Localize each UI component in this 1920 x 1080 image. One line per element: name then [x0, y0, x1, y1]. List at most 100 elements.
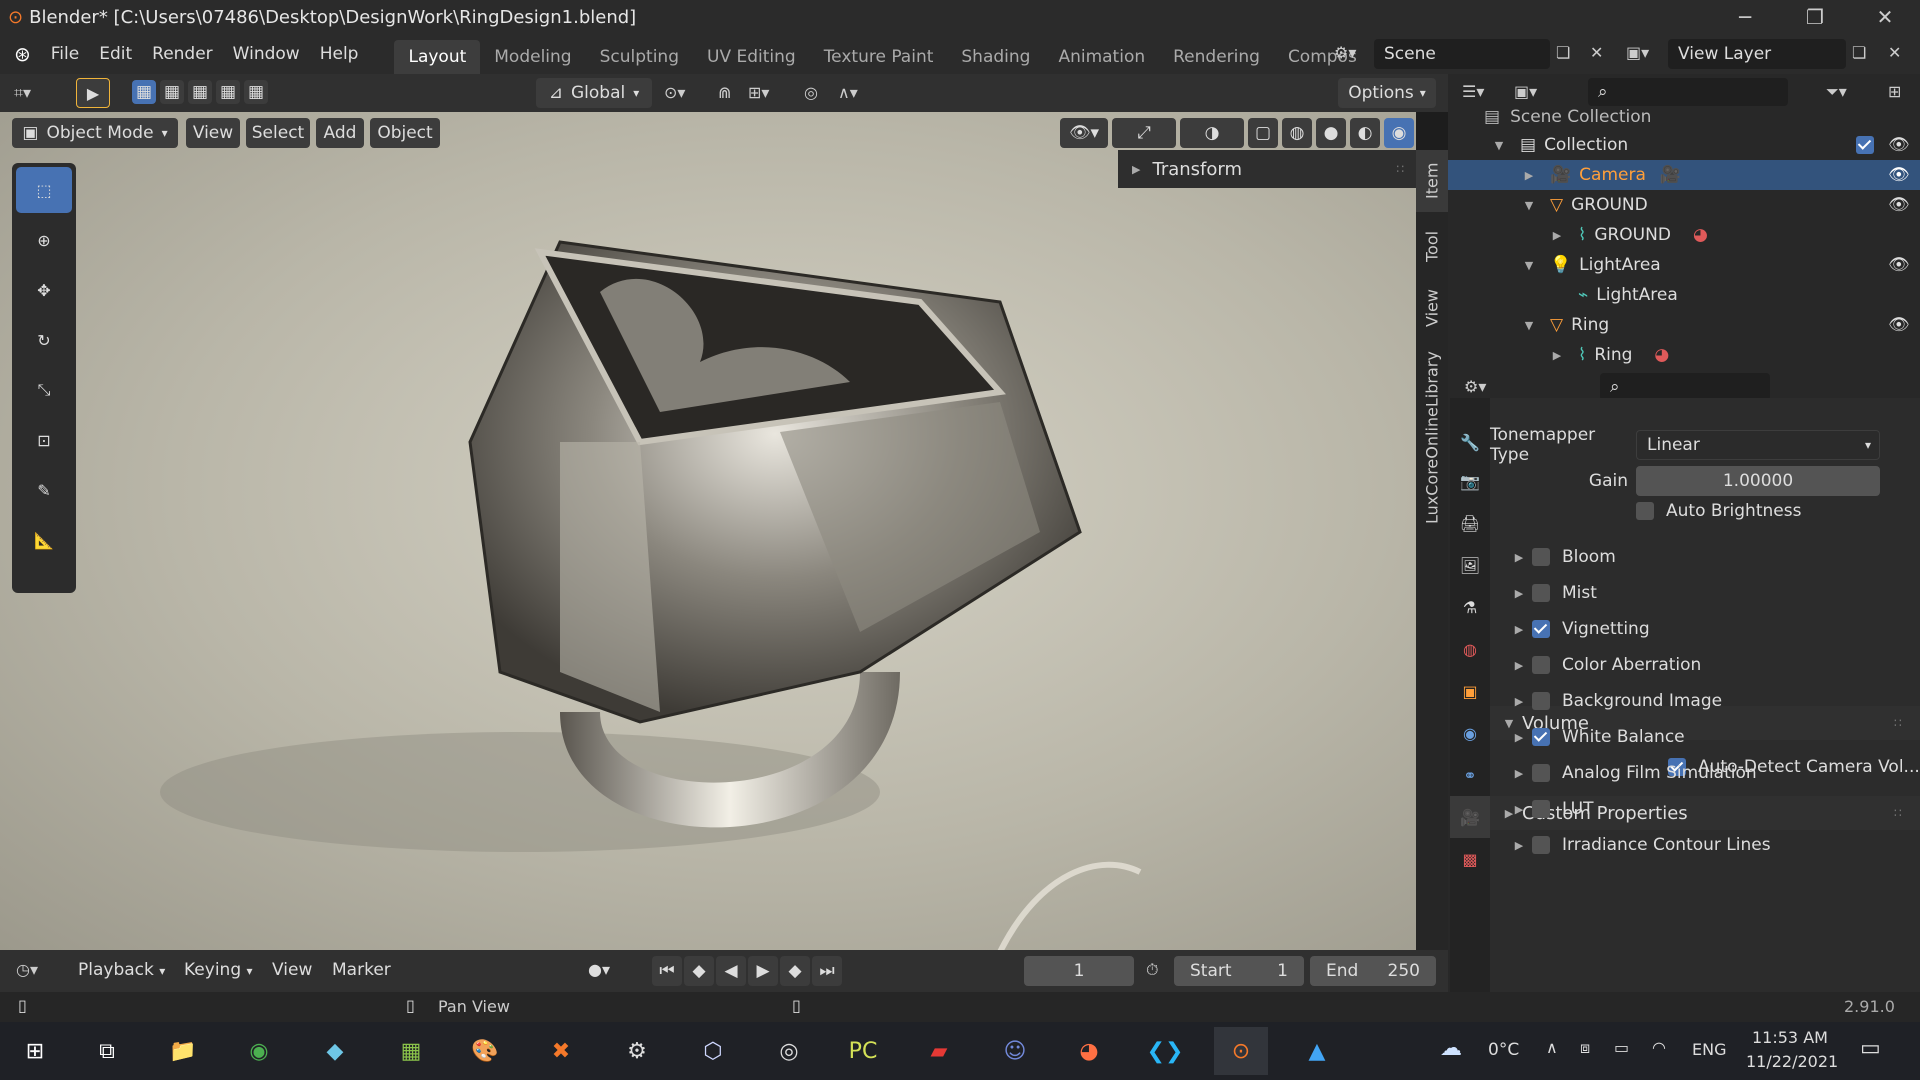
outliner-row-lightarea[interactable]: ▼ 💡 LightArea 👁: [1448, 250, 1920, 280]
file-explorer-icon[interactable]: 📁: [156, 1027, 210, 1075]
clock-date[interactable]: 11/22/2021: [1746, 1052, 1838, 1071]
effect-checkbox[interactable]: [1532, 620, 1550, 638]
menu-window[interactable]: Window: [223, 34, 310, 74]
chevron-down-icon[interactable]: ▼: [1486, 139, 1512, 152]
close-button[interactable]: ✕: [1850, 0, 1920, 34]
eye-icon[interactable]: 👁: [1888, 135, 1910, 155]
effect-row[interactable]: ▶ Irradiance Contour Lines: [1490, 828, 1920, 862]
select-tool-icon[interactable]: ▶: [76, 78, 110, 108]
physics-tab-icon[interactable]: ◉: [1450, 712, 1490, 754]
app-icon-4[interactable]: ▰: [912, 1027, 966, 1075]
properties-search-input[interactable]: ⌕: [1600, 373, 1770, 401]
outliner-row-lightarea-data[interactable]: ⌁ LightArea: [1448, 280, 1920, 310]
chevron-right-icon[interactable]: ▶: [1506, 587, 1532, 600]
tab-layout[interactable]: Layout: [394, 40, 481, 74]
maximize-button[interactable]: ❐: [1780, 0, 1850, 34]
effect-row[interactable]: ▶ LUT: [1490, 792, 1920, 826]
add-menu[interactable]: Add: [316, 118, 364, 148]
constraints-tab-icon[interactable]: ⚭: [1450, 754, 1490, 796]
chevron-right-icon[interactable]: ▶: [1506, 731, 1532, 744]
effect-row[interactable]: ▶ Analog Film Simulation: [1490, 756, 1920, 790]
outliner-row-ground[interactable]: ▼ ▽ GROUND 👁: [1448, 190, 1920, 220]
tab-rendering[interactable]: Rendering: [1159, 40, 1274, 74]
play-reverse-icon[interactable]: ◀: [716, 956, 746, 986]
outliner-row-collection[interactable]: ▼ ▤ Collection 👁: [1448, 130, 1920, 160]
camera-data-tab-icon[interactable]: 🎥: [1450, 796, 1490, 838]
photos-icon[interactable]: ▲: [1290, 1027, 1344, 1075]
firefox-icon[interactable]: ◕: [1062, 1027, 1116, 1075]
effect-row[interactable]: ▶ Vignetting: [1490, 612, 1920, 646]
select-subtract-icon[interactable]: ▦: [188, 80, 212, 104]
tab-shading[interactable]: Shading: [947, 40, 1044, 74]
battery-icon[interactable]: ▭: [1614, 1038, 1629, 1057]
render-tab-icon[interactable]: 📷: [1450, 460, 1490, 502]
virtualbox-icon[interactable]: ⬡: [686, 1027, 740, 1075]
auto-brightness-checkbox[interactable]: [1636, 502, 1654, 520]
eye-icon[interactable]: 👁: [1888, 315, 1910, 335]
tab-modeling[interactable]: Modeling: [480, 40, 585, 74]
scene-selector-icon[interactable]: ⚙▾: [1334, 43, 1356, 62]
view-layer-tab-icon[interactable]: 🖼: [1450, 544, 1490, 586]
visibility-icon[interactable]: 👁▾: [1060, 118, 1108, 148]
eye-icon[interactable]: 👁: [1888, 255, 1910, 275]
auto-keying-icon[interactable]: ●▾: [588, 960, 610, 979]
auto-brightness-row[interactable]: Auto Brightness: [1490, 494, 1920, 528]
filter-icon[interactable]: ⏷▾: [1826, 82, 1847, 102]
windows-start-icon[interactable]: ⊞: [8, 1027, 62, 1075]
new-scene-icon[interactable]: ❏: [1556, 43, 1570, 62]
chevron-right-icon[interactable]: ▶: [1506, 623, 1532, 636]
output-tab-icon[interactable]: 🖨: [1450, 502, 1490, 544]
chevron-right-icon[interactable]: ▶: [1506, 839, 1532, 852]
eye-icon[interactable]: 👁: [1888, 165, 1910, 185]
texture-tab-icon[interactable]: ▩: [1450, 838, 1490, 880]
view-menu[interactable]: View: [186, 118, 240, 148]
menu-edit[interactable]: Edit: [89, 34, 142, 74]
scene-tab-icon[interactable]: ⚗: [1450, 586, 1490, 628]
playback-menu[interactable]: Playback ▾: [78, 960, 165, 980]
tab-texture-paint[interactable]: Texture Paint: [810, 40, 948, 74]
tab-tool[interactable]: Tool: [1416, 218, 1448, 274]
tab-item[interactable]: Item: [1416, 150, 1448, 212]
solid-shading-icon[interactable]: ●: [1316, 118, 1346, 148]
timeline-view-menu[interactable]: View: [272, 960, 312, 980]
language-indicator[interactable]: ENG: [1692, 1040, 1726, 1059]
end-frame-field[interactable]: End 250: [1310, 956, 1436, 986]
stopwatch-icon[interactable]: ⏱: [1146, 960, 1158, 980]
mode-dropdown[interactable]: ▣ Object Mode ▾: [12, 118, 178, 148]
orientation-dropdown[interactable]: ⊿ Global ▾: [536, 78, 652, 108]
effect-row[interactable]: ▶ White Balance: [1490, 720, 1920, 754]
marker-menu[interactable]: Marker: [332, 960, 391, 980]
app-icon-1[interactable]: ◆: [308, 1027, 362, 1075]
effect-row[interactable]: ▶ Bloom: [1490, 540, 1920, 574]
xray-icon[interactable]: ▢: [1248, 118, 1278, 148]
falloff-icon[interactable]: ∧▾: [838, 83, 858, 102]
blender-menu-icon[interactable]: ⊛: [14, 42, 31, 66]
transform-panel[interactable]: ▶ Transform ∷: [1118, 150, 1416, 188]
xampp-icon[interactable]: ✖: [534, 1027, 588, 1075]
effect-checkbox[interactable]: [1532, 692, 1550, 710]
jump-keyframe-forward-icon[interactable]: ◆: [780, 956, 810, 986]
effect-checkbox[interactable]: [1532, 836, 1550, 854]
effect-checkbox[interactable]: [1532, 800, 1550, 818]
settings-icon[interactable]: ⚙: [610, 1027, 664, 1075]
properties-editor-icon[interactable]: ⚙▾: [1464, 377, 1486, 396]
select-invert-icon[interactable]: ▦: [216, 80, 240, 104]
cursor-tool-icon[interactable]: ⊕: [16, 217, 72, 263]
view-layer-field[interactable]: View Layer: [1668, 39, 1846, 69]
drag-handle-icon[interactable]: ∷: [1396, 162, 1404, 176]
effect-row[interactable]: ▶ Mist: [1490, 576, 1920, 610]
3d-viewport[interactable]: ▣ Object Mode ▾ View Select Add Object 👁▾ …: [0, 112, 1416, 950]
exclude-checkbox[interactable]: [1856, 136, 1874, 154]
proportional-edit-icon[interactable]: ◎: [804, 83, 818, 102]
eye-icon[interactable]: 👁: [1888, 195, 1910, 215]
effect-row[interactable]: ▶ Background Image: [1490, 684, 1920, 718]
select-menu[interactable]: Select: [246, 118, 310, 148]
display-mode-icon[interactable]: ▣▾: [1514, 82, 1537, 101]
blender-taskbar-icon[interactable]: ⊙: [1214, 1027, 1268, 1075]
effect-row[interactable]: ▶ Color Aberration: [1490, 648, 1920, 682]
effect-checkbox[interactable]: [1532, 764, 1550, 782]
tool-tab-icon[interactable]: 🔧: [1450, 424, 1490, 460]
chevron-right-icon[interactable]: ▶: [1506, 551, 1532, 564]
chevron-right-icon[interactable]: ▶: [1516, 169, 1542, 182]
tab-luxcore-online-library[interactable]: LuxCoreOnlineLibrary: [1416, 342, 1448, 534]
